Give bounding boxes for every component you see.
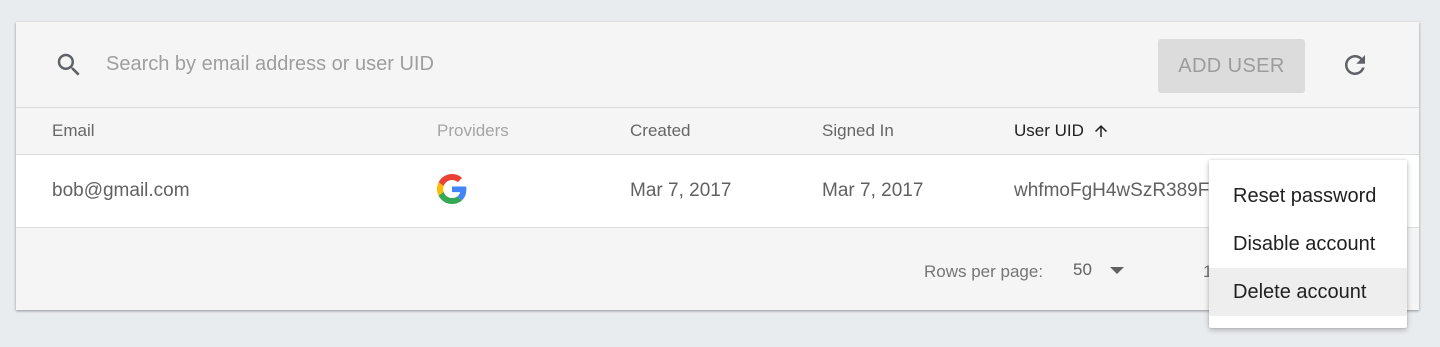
table-header: Email Providers Created Signed In User U… <box>16 108 1419 155</box>
column-header-user-uid[interactable]: User UID <box>1014 121 1110 141</box>
cell-email: bob@gmail.com <box>52 180 190 201</box>
row-context-menu: Reset password Disable account Delete ac… <box>1209 160 1407 328</box>
rows-per-page-select[interactable]: 50 <box>1073 260 1124 280</box>
search-input[interactable] <box>106 46 806 82</box>
refresh-icon[interactable] <box>1340 50 1370 80</box>
column-header-user-uid-label: User UID <box>1014 121 1084 140</box>
menu-item-delete-account[interactable]: Delete account <box>1209 268 1407 316</box>
column-header-email[interactable]: Email <box>52 121 95 141</box>
column-header-created[interactable]: Created <box>630 121 690 141</box>
column-header-providers: Providers <box>437 121 509 140</box>
menu-item-reset-password[interactable]: Reset password <box>1209 172 1407 220</box>
menu-item-disable-account[interactable]: Disable account <box>1209 220 1407 268</box>
rows-per-page-value: 50 <box>1073 260 1092 279</box>
add-user-button[interactable]: ADD USER <box>1158 39 1305 93</box>
dropdown-arrow-icon <box>1109 266 1124 274</box>
cell-user-uid: whfmoFgH4wSzR389F <box>1014 180 1210 201</box>
search-icon <box>57 53 80 76</box>
toolbar: ADD USER <box>16 22 1419 108</box>
arrow-up-icon <box>1094 125 1107 137</box>
rows-per-page-label: Rows per page: <box>924 262 1044 281</box>
google-icon <box>437 174 467 204</box>
column-header-signed-in[interactable]: Signed In <box>822 121 894 141</box>
cell-signed-in: Mar 7, 2017 <box>822 180 924 201</box>
cell-created: Mar 7, 2017 <box>630 180 732 201</box>
